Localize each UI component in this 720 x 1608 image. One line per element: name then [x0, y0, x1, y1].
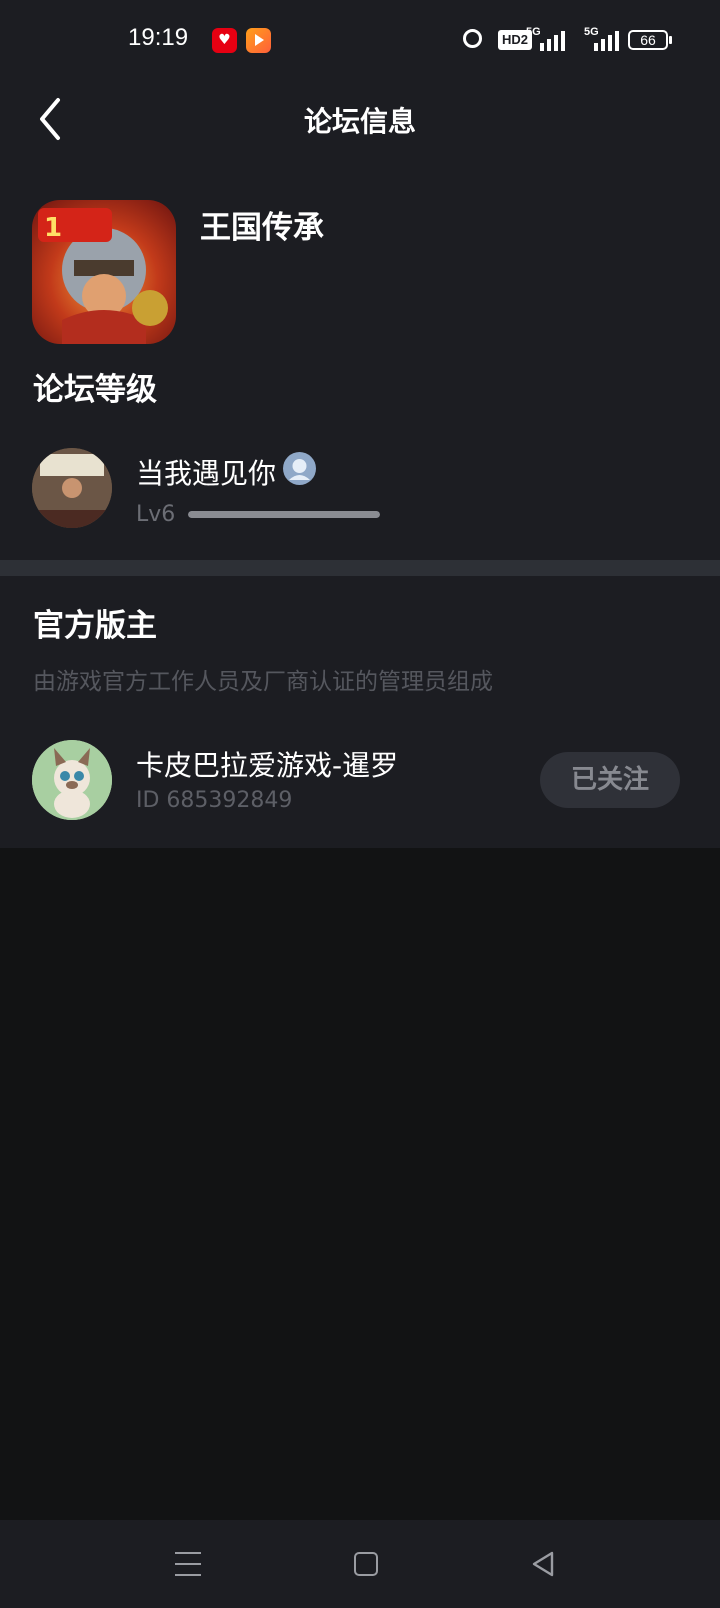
user-badge-icon [283, 452, 316, 485]
moderator-name: 卡皮巴拉爱游戏-暹罗 [136, 749, 399, 782]
level-progress-fill [188, 511, 380, 518]
moderator-avatar[interactable] [32, 740, 112, 820]
signal-5g-icon: 5G [526, 26, 566, 51]
moderator-subtitle: 由游戏官方工作人员及厂商认证的管理员组成 [33, 669, 493, 695]
game-name: 王国传承 [200, 210, 324, 246]
forum-level-title: 论坛等级 [33, 372, 157, 408]
knight-game-artwork: 1 [38, 208, 168, 344]
nav-header: 论坛信息 [0, 80, 720, 168]
home-icon[interactable] [354, 1552, 378, 1576]
app-notification-icon: ♥ [212, 28, 237, 53]
user-avatar-photo [32, 448, 112, 528]
section-divider [0, 560, 720, 576]
game-icon[interactable]: 1 [32, 200, 176, 344]
user-level: Lv6 [136, 502, 176, 527]
recent-apps-icon[interactable] [175, 1552, 201, 1576]
video-app-notification-icon [246, 28, 271, 53]
page-title: 论坛信息 [303, 105, 416, 138]
system-nav-bar [0, 1520, 720, 1608]
moderator-id: ID 685392849 [136, 788, 293, 813]
user-name: 当我遇见你 [136, 457, 277, 490]
signal-5g-icon-2: 5G [584, 26, 624, 51]
moderator-card: 官方版主 由游戏官方工作人员及厂商认证的管理员组成 卡皮巴拉爱游戏-暹罗 ID … [0, 576, 720, 848]
cat-avatar-image [32, 740, 112, 820]
forum-info-screen: 19:19 ♥ HD2 5G 5G 66 论坛信息 1 王国传承 论坛等级 当我… [0, 0, 720, 1608]
status-time: 19:19 [128, 24, 189, 51]
forum-card: 1 王国传承 论坛等级 当我遇见你 Lv6 [0, 168, 720, 560]
status-bar: 19:19 ♥ HD2 5G 5G 66 [0, 0, 720, 80]
level-progress-bar [188, 511, 380, 518]
avatar[interactable] [32, 448, 112, 528]
battery-icon: 66 [628, 30, 672, 50]
moderator-section-title: 官方版主 [33, 608, 157, 644]
alarm-icon [463, 29, 482, 48]
back-triangle-icon[interactable] [530, 1550, 556, 1578]
following-button[interactable]: 已关注 [540, 752, 680, 808]
svg-text:1: 1 [44, 213, 62, 243]
